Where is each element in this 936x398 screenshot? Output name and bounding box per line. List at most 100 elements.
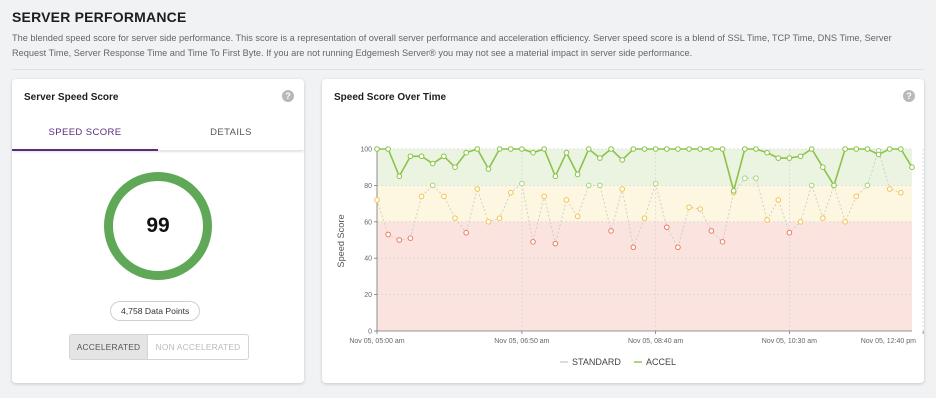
y-tick-label: 40 xyxy=(364,256,372,263)
data-point-standard xyxy=(630,244,637,251)
data-point-standard xyxy=(820,215,826,221)
data-point-accel xyxy=(831,182,837,189)
data-point-standard xyxy=(786,229,793,236)
data-point-accel xyxy=(820,164,826,170)
data-point-accel xyxy=(496,146,503,152)
data-point-accel xyxy=(775,155,782,161)
data-point-standard xyxy=(452,215,458,221)
data-point-standard xyxy=(463,229,469,236)
data-point-standard xyxy=(697,206,704,212)
data-point-standard xyxy=(563,197,570,203)
data-point-standard xyxy=(742,175,748,181)
data-point-accel xyxy=(608,146,614,152)
data-point-standard xyxy=(652,180,659,187)
acceleration-toggle: ACCELERATED NON ACCELERATED xyxy=(69,334,249,360)
data-point-accel xyxy=(474,146,481,152)
data-point-standard xyxy=(441,193,447,200)
legend-label: ACCEL xyxy=(646,357,676,367)
data-point-accel xyxy=(686,146,692,152)
data-point-accel xyxy=(507,146,514,152)
data-point-standard xyxy=(530,239,536,245)
tab-speed-score[interactable]: SPEED SCORE xyxy=(12,119,158,151)
data-point-standard xyxy=(597,182,603,189)
data-point-standard xyxy=(764,217,770,223)
data-point-standard xyxy=(385,231,391,238)
x-tick-label: Nov 05, 06:50 am xyxy=(494,338,549,345)
data-point-standard xyxy=(519,180,525,187)
data-point-standard xyxy=(808,182,815,189)
data-point-standard xyxy=(753,175,759,181)
page-title: SERVER PERFORMANCE xyxy=(12,9,187,25)
data-point-accel xyxy=(541,146,547,152)
y-tick-label: 100 xyxy=(360,147,372,154)
data-point-standard xyxy=(574,213,581,220)
server-speed-score-card: Server Speed Score ? SPEED SCORE DETAILS… xyxy=(12,79,304,383)
data-point-accel xyxy=(652,146,659,152)
data-point-standard xyxy=(474,186,481,192)
tab-details[interactable]: DETAILS xyxy=(158,119,304,151)
non-accelerated-button[interactable]: NON ACCELERATED xyxy=(147,335,248,359)
chart-legend: STANDARD ACCEL xyxy=(560,357,676,367)
x-tick-label: Nov 05, 10:30 am xyxy=(762,338,817,345)
score-band-2 xyxy=(377,221,912,331)
data-point-accel xyxy=(619,157,626,163)
legend-label: STANDARD xyxy=(572,357,621,367)
data-point-standard xyxy=(541,193,547,200)
data-point-standard xyxy=(842,219,848,225)
data-point-accel xyxy=(786,155,793,161)
data-point-standard xyxy=(429,182,436,189)
data-point-accel xyxy=(563,149,570,156)
data-point-accel xyxy=(418,153,425,160)
speed-score-value: 99 xyxy=(146,214,170,237)
data-point-standard xyxy=(374,197,380,203)
data-point-standard xyxy=(507,189,514,196)
data-point-accel xyxy=(875,151,882,158)
data-point-accel xyxy=(864,146,871,152)
data-point-standard xyxy=(496,215,503,221)
page-header: SERVER PERFORMANCE The blended speed sco… xyxy=(12,9,924,60)
data-point-accel xyxy=(552,173,559,180)
x-tick-label: Nov 05, 05:00 am xyxy=(349,338,404,345)
data-point-accel xyxy=(898,146,904,152)
data-point-accel xyxy=(452,164,458,170)
data-point-accel xyxy=(597,155,603,161)
data-point-standard xyxy=(663,224,670,231)
data-point-standard xyxy=(775,197,782,203)
data-point-standard xyxy=(886,186,893,192)
data-point-accel xyxy=(585,146,592,152)
data-point-accel xyxy=(909,164,915,170)
data-point-accel xyxy=(463,149,469,156)
data-point-standard xyxy=(675,244,681,251)
data-point-accel xyxy=(519,146,525,152)
data-point-accel xyxy=(429,160,436,167)
accelerated-button[interactable]: ACCELERATED xyxy=(70,335,147,359)
data-point-accel xyxy=(886,146,893,152)
data-point-standard xyxy=(864,182,871,189)
data-point-standard xyxy=(608,228,614,234)
data-point-standard xyxy=(485,219,492,225)
data-point-accel xyxy=(730,188,737,194)
data-point-accel xyxy=(842,146,848,152)
data-point-accel xyxy=(530,149,536,156)
data-point-accel xyxy=(764,149,770,156)
data-point-accel xyxy=(808,146,815,152)
header-divider xyxy=(12,69,924,70)
data-point-standard xyxy=(619,186,626,192)
x-tick-label: Nov 05, 12:40 pm xyxy=(861,338,916,345)
speed-score-over-time-card: Speed Score Over Time ? 0 20 40 60 80 100 Nov … xyxy=(322,79,924,383)
help-icon[interactable]: ? xyxy=(282,90,294,102)
data-point-accel xyxy=(385,146,391,152)
data-point-accel xyxy=(663,146,670,152)
data-point-accel xyxy=(641,146,648,152)
data-point-standard xyxy=(418,193,425,200)
data-point-accel xyxy=(675,146,681,152)
page-description: The blended speed score for server side … xyxy=(12,33,892,58)
data-point-accel xyxy=(742,146,748,152)
data-point-standard xyxy=(719,239,726,245)
data-point-standard xyxy=(853,193,860,200)
card-title: Server Speed Score xyxy=(24,92,119,103)
data-point-accel xyxy=(753,146,759,152)
data-point-standard xyxy=(407,235,414,241)
speed-score-chart: 0 20 40 60 80 100 Nov 05, 05:00 am Nov 05, 06:5… xyxy=(336,146,924,367)
data-point-standard xyxy=(396,237,403,243)
